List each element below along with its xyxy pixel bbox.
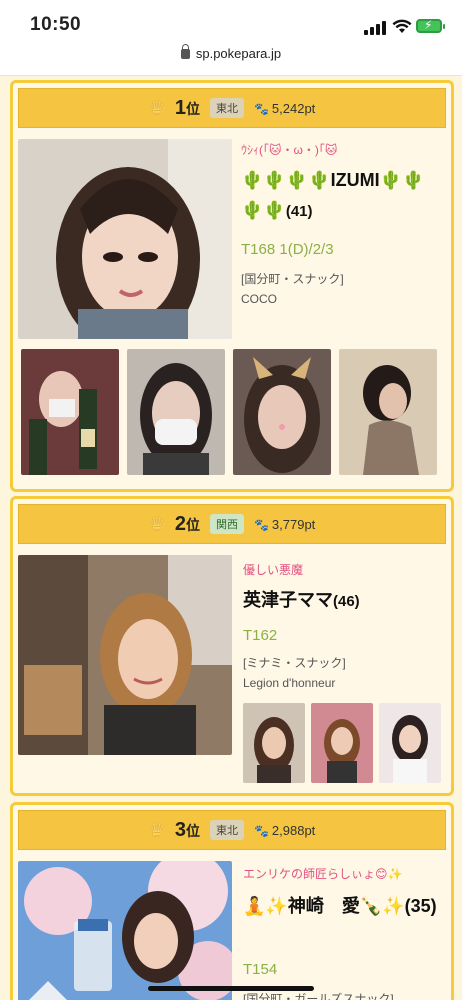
main-photo[interactable] xyxy=(18,139,232,339)
thumbnail-photo[interactable] xyxy=(243,703,305,783)
main-photo[interactable] xyxy=(18,861,232,1000)
cast-name[interactable]: 🌵🌵🌵🌵IZUMI🌵🌵🌵🌵(41) xyxy=(241,165,441,227)
rank-header: ♛ 1位 東北 🐾 5,242pt xyxy=(18,88,446,128)
crown-icon: ♛ xyxy=(148,97,165,118)
region-badge: 東北 xyxy=(209,820,244,840)
thumbnail-photo[interactable] xyxy=(311,703,373,783)
thumbnail-photo[interactable] xyxy=(21,349,119,475)
ranking-card[interactable]: ♛ 3位 東北 🐾 2,988pt エンリケの師匠らしぃょ😊✨ 🧘✨神崎 愛🍾✨(… xyxy=(10,802,454,1000)
shop-area: [国分町・スナック] xyxy=(241,272,344,286)
address-bar[interactable]: sp.pokepara.jp xyxy=(0,44,462,76)
points: 🐾 3,779pt xyxy=(253,516,316,532)
thumbnail-photo[interactable] xyxy=(233,349,331,475)
battery-charging-icon: ⚡ xyxy=(416,18,445,33)
points: 🐾 5,242pt xyxy=(253,100,316,116)
ranking-page: ♛ 1位 東北 🐾 5,242pt ｳｼｨ(｢🐱・ω・)｢🐱 🌵🌵🌵🌵IZUMI🌵… xyxy=(0,76,462,1000)
shop-area: [ミナミ・スナック] xyxy=(243,656,346,670)
paw-icon: 🐾 xyxy=(253,823,269,838)
url-text: sp.pokepara.jp xyxy=(195,46,282,61)
cellular-signal-icon xyxy=(364,21,386,35)
cast-age: (46) xyxy=(333,593,360,610)
region-badge: 東北 xyxy=(209,98,244,118)
paw-icon: 🐾 xyxy=(253,101,269,116)
catch-copy: ｳｼｨ(｢🐱・ω・)｢🐱 xyxy=(241,143,338,157)
ranking-card[interactable]: ♛ 1位 東北 🐾 5,242pt ｳｼｨ(｢🐱・ω・)｢🐱 🌵🌵🌵🌵IZUMI🌵… xyxy=(10,80,454,492)
rank-number: 3位 xyxy=(174,818,200,841)
cast-age: (41) xyxy=(285,203,313,220)
thumbnail-photo[interactable] xyxy=(127,349,225,475)
points: 🐾 2,988pt xyxy=(253,822,316,838)
main-photo[interactable] xyxy=(18,555,232,755)
clock: 10:50 xyxy=(30,14,82,35)
shop-name[interactable]: COCO xyxy=(241,289,277,309)
crown-icon: ♛ xyxy=(148,819,165,840)
region-badge: 関西 xyxy=(209,514,244,534)
thumbnail-photo[interactable] xyxy=(379,703,441,783)
rank-header: ♛ 3位 東北 🐾 2,988pt xyxy=(18,810,446,850)
home-indicator[interactable] xyxy=(148,986,314,991)
status-bar: 10:50 ⚡ xyxy=(0,0,462,46)
rank-number: 2位 xyxy=(174,512,200,535)
cast-name[interactable]: 🧘✨神崎 愛🍾✨(35) xyxy=(243,891,443,923)
cast-spec: T168 1(D)/2/3 xyxy=(241,241,334,258)
cast-name[interactable]: 英津子ママ(46) xyxy=(243,585,443,617)
cast-spec: T162 xyxy=(243,627,278,644)
rank-header: ♛ 2位 関西 🐾 3,779pt xyxy=(18,504,446,544)
catch-copy: エンリケの師匠らしぃょ😊✨ xyxy=(243,867,403,881)
shop-name[interactable]: Legion d'honneur xyxy=(243,673,335,693)
cast-spec: T154 xyxy=(243,961,278,978)
lock-icon xyxy=(180,44,190,59)
wifi-icon xyxy=(392,19,412,33)
catch-copy: 優しい悪魔 xyxy=(243,563,304,577)
rank-number: 1位 xyxy=(174,96,200,119)
thumbnail-photo[interactable] xyxy=(339,349,437,475)
ranking-card[interactable]: ♛ 2位 関西 🐾 3,779pt 優しい悪魔 英津子ママ(46) T162 [ミ… xyxy=(10,496,454,796)
crown-icon: ♛ xyxy=(148,513,165,534)
paw-icon: 🐾 xyxy=(253,517,269,532)
